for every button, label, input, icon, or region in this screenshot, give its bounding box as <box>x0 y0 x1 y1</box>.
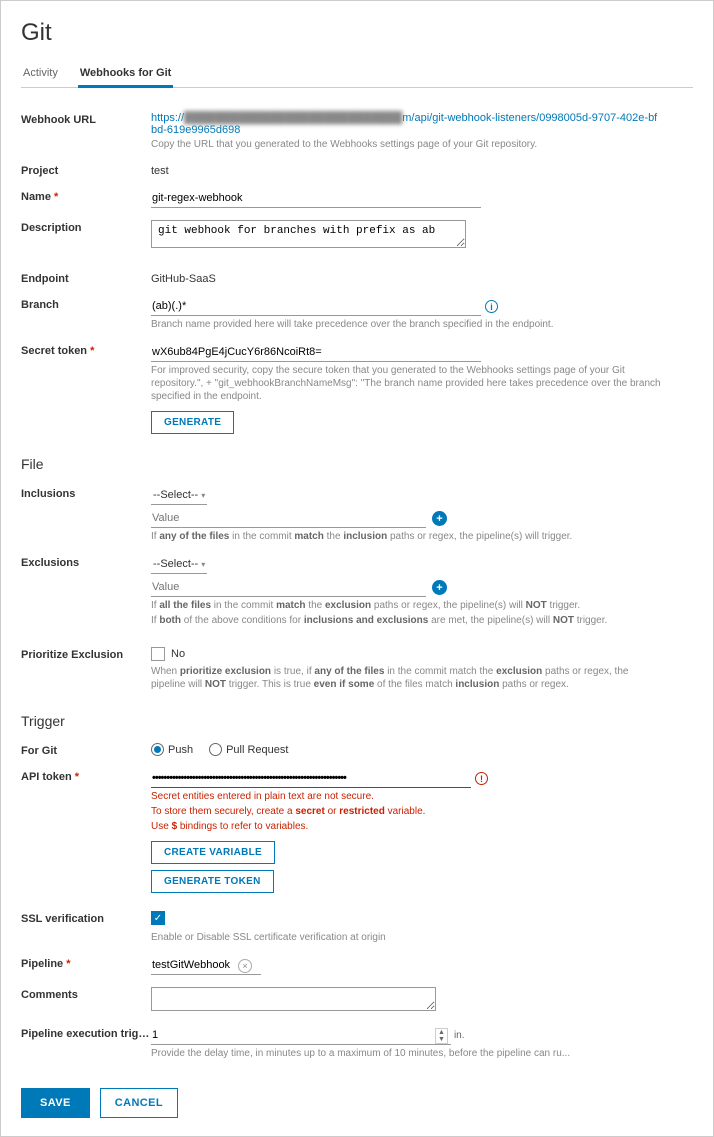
exclusions-select[interactable]: --Select-- ▾ <box>151 555 207 574</box>
name-input[interactable] <box>151 189 481 208</box>
api-token-error-2: To store them securely, create a secret … <box>151 805 661 818</box>
inclusions-value-input[interactable] <box>151 509 426 528</box>
exclusions-hint2: If both of the above conditions for incl… <box>151 614 661 627</box>
secret-input[interactable] <box>151 343 481 362</box>
delay-label: Pipeline execution trigger d... <box>21 1026 151 1040</box>
pr-radio[interactable] <box>209 743 222 756</box>
branch-label: Branch <box>21 297 151 311</box>
api-token-error-1: Secret entities entered in plain text ar… <box>151 790 661 803</box>
stepper-up-icon[interactable]: ▲ <box>436 1029 447 1036</box>
endpoint-value: GitHub-SaaS <box>151 271 661 285</box>
description-textarea[interactable] <box>151 220 466 248</box>
webhook-url-value[interactable]: https://████████████████████████████m/ap… <box>151 112 657 136</box>
add-inclusion-button[interactable]: + <box>432 511 447 526</box>
webhook-url-label: Webhook URL <box>21 112 151 126</box>
delay-unit: in. <box>454 1030 465 1041</box>
api-token-error-3: Use $ bindings to refer to variables. <box>151 820 661 833</box>
exclusions-value-input[interactable] <box>151 578 426 597</box>
secret-label: Secret token * <box>21 343 151 357</box>
api-token-input[interactable] <box>151 769 471 788</box>
file-section-header: File <box>21 456 693 472</box>
push-radio[interactable] <box>151 743 164 756</box>
generate-secret-button[interactable]: Generate <box>151 411 234 434</box>
ssl-label: SSL verification <box>21 911 151 925</box>
ssl-checkbox[interactable]: ✓ <box>151 911 165 925</box>
create-variable-button[interactable]: Create Variable <box>151 841 275 864</box>
delay-hint: Provide the delay time, in minutes up to… <box>151 1047 661 1060</box>
prioritize-label: Prioritize Exclusion <box>21 647 151 661</box>
exclusions-label: Exclusions <box>21 555 151 569</box>
exclusions-hint1: If all the files in the commit match the… <box>151 599 661 612</box>
delay-input[interactable] <box>151 1026 451 1045</box>
tab-webhooks[interactable]: Webhooks for Git <box>78 61 173 88</box>
cancel-button[interactable]: CANCEL <box>100 1088 178 1118</box>
name-label: Name * <box>21 189 151 203</box>
for-git-label: For Git <box>21 743 151 757</box>
tab-activity[interactable]: Activity <box>21 61 60 87</box>
trigger-section-header: Trigger <box>21 713 693 729</box>
branch-hint: Branch name provided here will take prec… <box>151 318 661 331</box>
delay-stepper[interactable]: ▲▼ <box>435 1028 448 1044</box>
info-icon[interactable]: i <box>485 300 498 313</box>
branch-input[interactable] <box>151 297 481 316</box>
prioritize-no-label: No <box>171 648 185 660</box>
pipeline-label: Pipeline * <box>21 956 151 970</box>
webhook-url-hint: Copy the URL that you generated to the W… <box>151 138 661 151</box>
endpoint-label: Endpoint <box>21 271 151 285</box>
git-webhook-page: Git Activity Webhooks for Git Webhook UR… <box>0 0 714 1137</box>
clear-pipeline-icon[interactable]: × <box>238 959 252 973</box>
secret-hint: For improved security, copy the secure t… <box>151 364 661 403</box>
ssl-hint: Enable or Disable SSL certificate verifi… <box>151 931 661 944</box>
save-button[interactable]: SAVE <box>21 1088 90 1118</box>
comments-label: Comments <box>21 987 151 1001</box>
add-exclusion-button[interactable]: + <box>432 580 447 595</box>
inclusions-label: Inclusions <box>21 486 151 500</box>
prioritize-hint: When prioritize exclusion is true, if an… <box>151 665 661 691</box>
project-value: test <box>151 163 661 177</box>
project-label: Project <box>21 163 151 177</box>
description-label: Description <box>21 220 151 234</box>
page-title: Git <box>21 19 693 47</box>
inclusions-hint: If any of the files in the commit match … <box>151 530 661 543</box>
chevron-down-icon: ▾ <box>201 560 205 569</box>
prioritize-checkbox[interactable] <box>151 647 165 661</box>
comments-textarea[interactable] <box>151 987 436 1011</box>
inclusions-select[interactable]: --Select-- ▾ <box>151 486 207 505</box>
warning-icon: ! <box>475 772 488 785</box>
stepper-down-icon[interactable]: ▼ <box>436 1036 447 1043</box>
chevron-down-icon: ▾ <box>201 491 205 500</box>
tabs: Activity Webhooks for Git <box>21 61 693 88</box>
api-token-label: API token * <box>21 769 151 783</box>
generate-token-button[interactable]: Generate Token <box>151 870 274 893</box>
